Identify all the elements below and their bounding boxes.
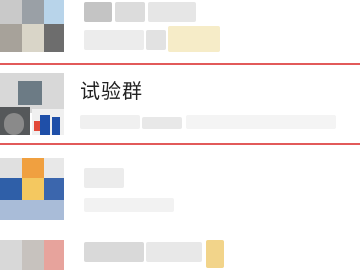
blurred-name	[84, 168, 124, 188]
blurred-name	[206, 240, 224, 268]
blurred-preview	[146, 30, 166, 50]
blurred-preview	[84, 30, 144, 50]
chat-item-obscured-4[interactable]	[0, 236, 360, 270]
chat-list: 试验群	[0, 0, 360, 270]
blurred-preview	[142, 117, 182, 129]
group-avatar-icon	[0, 73, 64, 135]
blurred-name	[115, 2, 145, 22]
chat-item-obscured-3[interactable]	[0, 150, 360, 228]
highlight-border-bottom	[0, 143, 360, 145]
avatar	[0, 0, 64, 58]
chat-item-obscured-1[interactable]	[0, 0, 360, 60]
blurred-preview	[84, 198, 174, 212]
blurred-name	[148, 2, 196, 22]
avatar	[0, 240, 64, 270]
blurred-name	[84, 2, 112, 22]
blurred-preview	[186, 115, 336, 129]
blurred-preview	[80, 115, 140, 129]
chat-item-trial-group[interactable]: 试验群	[0, 65, 360, 143]
chat-name: 试验群	[80, 79, 143, 103]
blurred-name	[146, 242, 202, 262]
avatar	[0, 158, 64, 220]
blurred-name	[84, 242, 144, 262]
blurred-preview	[168, 26, 220, 52]
